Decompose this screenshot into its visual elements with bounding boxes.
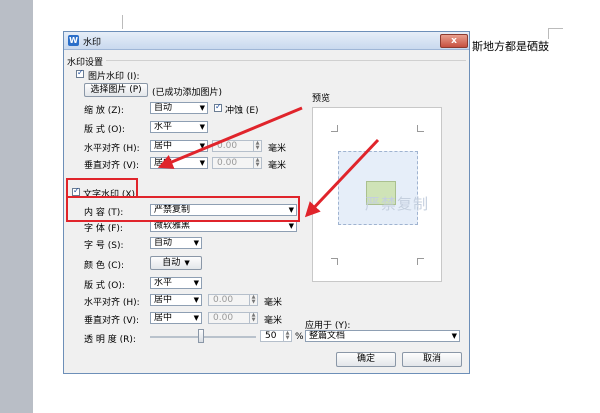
annotation-arrow-to-content <box>304 138 380 218</box>
annotation-arrows <box>157 106 380 218</box>
annotation-arrow-to-valign <box>157 106 303 169</box>
